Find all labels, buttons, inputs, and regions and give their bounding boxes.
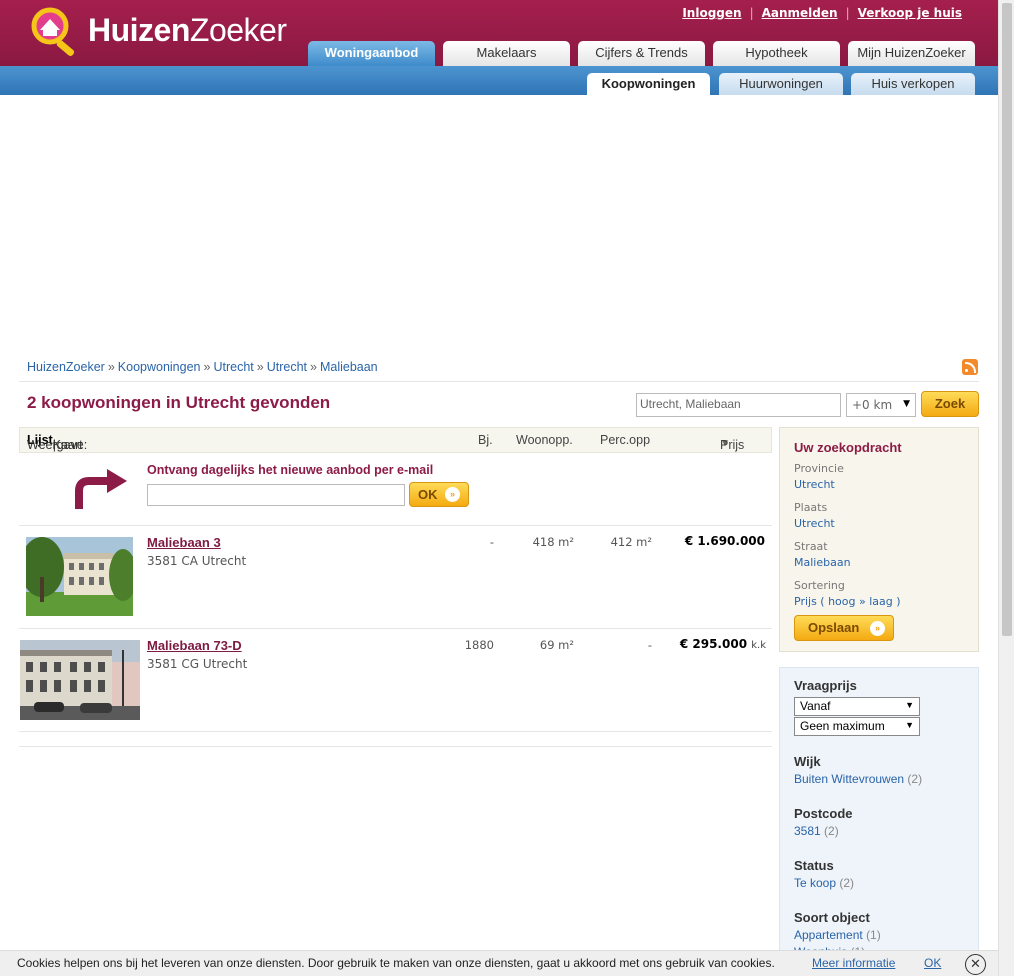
filter-title-soort-object: Soort object	[794, 910, 870, 925]
tab-hypotheek[interactable]: Hypotheek	[713, 41, 840, 66]
listing-living-area: 418 m²	[532, 535, 574, 549]
listing-address: 3581 CA Utrecht	[147, 554, 247, 568]
site-logo[interactable]: HuizenZoeker	[26, 6, 306, 56]
cookie-ok-link[interactable]: OK	[924, 956, 941, 970]
dropdown-arrow-icon: ▼	[905, 720, 914, 730]
view-switcher: Weergave: Lijst | Kaart	[27, 433, 88, 452]
price-min-select[interactable]: Vanaf ▼	[794, 697, 920, 716]
account-links: Inloggen | Aanmelden | Verkoop je huis	[682, 6, 962, 20]
filter-title-wijk: Wijk	[794, 754, 821, 769]
logo-text: HuizenZoeker	[88, 12, 287, 48]
tab-makelaars[interactable]: Makelaars	[443, 41, 570, 66]
scrollbar-thumb[interactable]	[1002, 3, 1012, 636]
query-label: Provincie	[794, 462, 844, 475]
rss-icon[interactable]	[962, 359, 978, 375]
breadcrumb-item[interactable]: Koopwoningen	[118, 360, 201, 374]
filter-option[interactable]: Te koop (2)	[794, 876, 854, 890]
subtab-huurwoningen[interactable]: Huurwoningen	[719, 73, 843, 95]
listing-year: 1880	[464, 638, 494, 652]
listing-price: € 295.000 k.k	[679, 637, 766, 651]
sort-order-link[interactable]: Prijs ( hoog » laag )	[794, 595, 901, 608]
subtab-huis-verkopen[interactable]: Huis verkopen	[851, 73, 975, 95]
magnifier-house-icon	[31, 7, 75, 56]
filter-title-status: Status	[794, 858, 834, 873]
price-max-select[interactable]: Geen maximum ▼	[794, 717, 920, 736]
query-value-link[interactable]: Utrecht	[794, 517, 835, 530]
sort-plot-area[interactable]: Perc.opp	[600, 433, 650, 447]
listing-price: € 1.690.000	[684, 534, 765, 548]
radius-select[interactable]: +0 km ▼	[846, 393, 916, 417]
divider	[19, 731, 772, 732]
divider	[19, 628, 772, 629]
divider	[19, 746, 772, 747]
curved-arrow-icon	[75, 469, 127, 509]
listing-plot-area: 412 m²	[610, 535, 652, 549]
dropdown-arrow-icon: ▼	[903, 399, 910, 409]
close-icon[interactable]: ✕	[965, 954, 986, 975]
cookie-more-info-link[interactable]: Meer informatie	[812, 956, 895, 970]
subtab-koopwoningen[interactable]: Koopwoningen	[587, 73, 710, 95]
email-alert-ok-button[interactable]: OK»	[409, 482, 469, 507]
filter-option[interactable]: Appartement (1)	[794, 928, 881, 942]
listing-address: 3581 CG Utrecht	[147, 657, 248, 671]
filter-title-price: Vraagprijs	[794, 678, 857, 693]
breadcrumb: HuizenZoeker» Koopwoningen» Utrecht» Utrech…	[27, 360, 378, 374]
dropdown-arrow-icon: ▼	[905, 700, 914, 710]
listing-year: -	[489, 535, 494, 549]
listing-plot-area: -	[647, 638, 652, 652]
query-value-link[interactable]: Utrecht	[794, 478, 835, 491]
filter-option[interactable]: 3581 (2)	[794, 824, 839, 838]
listing-title-link[interactable]: Maliebaan 3	[147, 535, 221, 550]
sort-living-area[interactable]: Woonopp.	[516, 433, 573, 447]
tab-cijfers-trends[interactable]: Cijfers & Trends	[578, 41, 705, 66]
filter-panel: Vraagprijs Vanaf ▼ Geen maximum ▼ Wijk Bui…	[779, 667, 979, 967]
filter-title-postcode: Postcode	[794, 806, 853, 821]
breadcrumb-item[interactable]: Maliebaan	[320, 360, 378, 374]
search-button[interactable]: Zoek	[921, 391, 979, 417]
view-map-option[interactable]: Kaart	[53, 438, 83, 452]
page-scrollbar[interactable]	[998, 0, 1014, 976]
forward-icon: »	[870, 621, 885, 636]
listing-title-link[interactable]: Maliebaan 73-D	[147, 638, 242, 653]
email-alert-input[interactable]	[147, 484, 405, 506]
save-search-button[interactable]: Opslaan»	[794, 615, 894, 641]
sell-house-link[interactable]: Verkoop je huis	[858, 6, 962, 20]
forward-icon: »	[445, 487, 460, 502]
results-title: 2 koopwoningen in Utrecht gevonden	[27, 393, 331, 412]
cookie-banner: Cookies helpen ons bij het leveren van o…	[0, 950, 998, 976]
listing-living-area: 69 m²	[539, 638, 574, 652]
query-label: Straat	[794, 540, 828, 553]
location-search-input[interactable]: Utrecht, Maliebaan	[636, 393, 841, 417]
query-value-link[interactable]: Maliebaan	[794, 556, 851, 569]
breadcrumb-item[interactable]: Utrecht	[267, 360, 307, 374]
register-link[interactable]: Aanmelden	[762, 6, 838, 20]
cookie-message: Cookies helpen ons bij het leveren van o…	[17, 956, 775, 970]
listing-photo[interactable]	[26, 537, 133, 616]
tab-woningaanbod[interactable]: Woningaanbod	[308, 41, 435, 66]
breadcrumb-item[interactable]: Utrecht	[213, 360, 253, 374]
sub-navigation-bar	[0, 66, 998, 95]
breadcrumb-item[interactable]: HuizenZoeker	[27, 360, 105, 374]
list-header: Weergave: Lijst | Kaart Bj. Woonopp. Per…	[19, 427, 772, 453]
query-panel-title: Uw zoekopdracht	[794, 440, 902, 455]
email-alert-label: Ontvang dagelijks het nieuwe aanbod per …	[147, 463, 434, 477]
query-label: Sortering	[794, 579, 845, 592]
filter-option[interactable]: Buiten Wittevrouwen (2)	[794, 772, 922, 786]
tab-mijn-huizenzoeker[interactable]: Mijn HuizenZoeker	[848, 41, 975, 66]
divider	[19, 381, 979, 382]
query-label: Plaats	[794, 501, 828, 514]
divider	[19, 525, 772, 526]
sort-year[interactable]: Bj.	[478, 433, 493, 447]
listing-photo[interactable]	[20, 640, 140, 720]
login-link[interactable]: Inloggen	[682, 6, 741, 20]
